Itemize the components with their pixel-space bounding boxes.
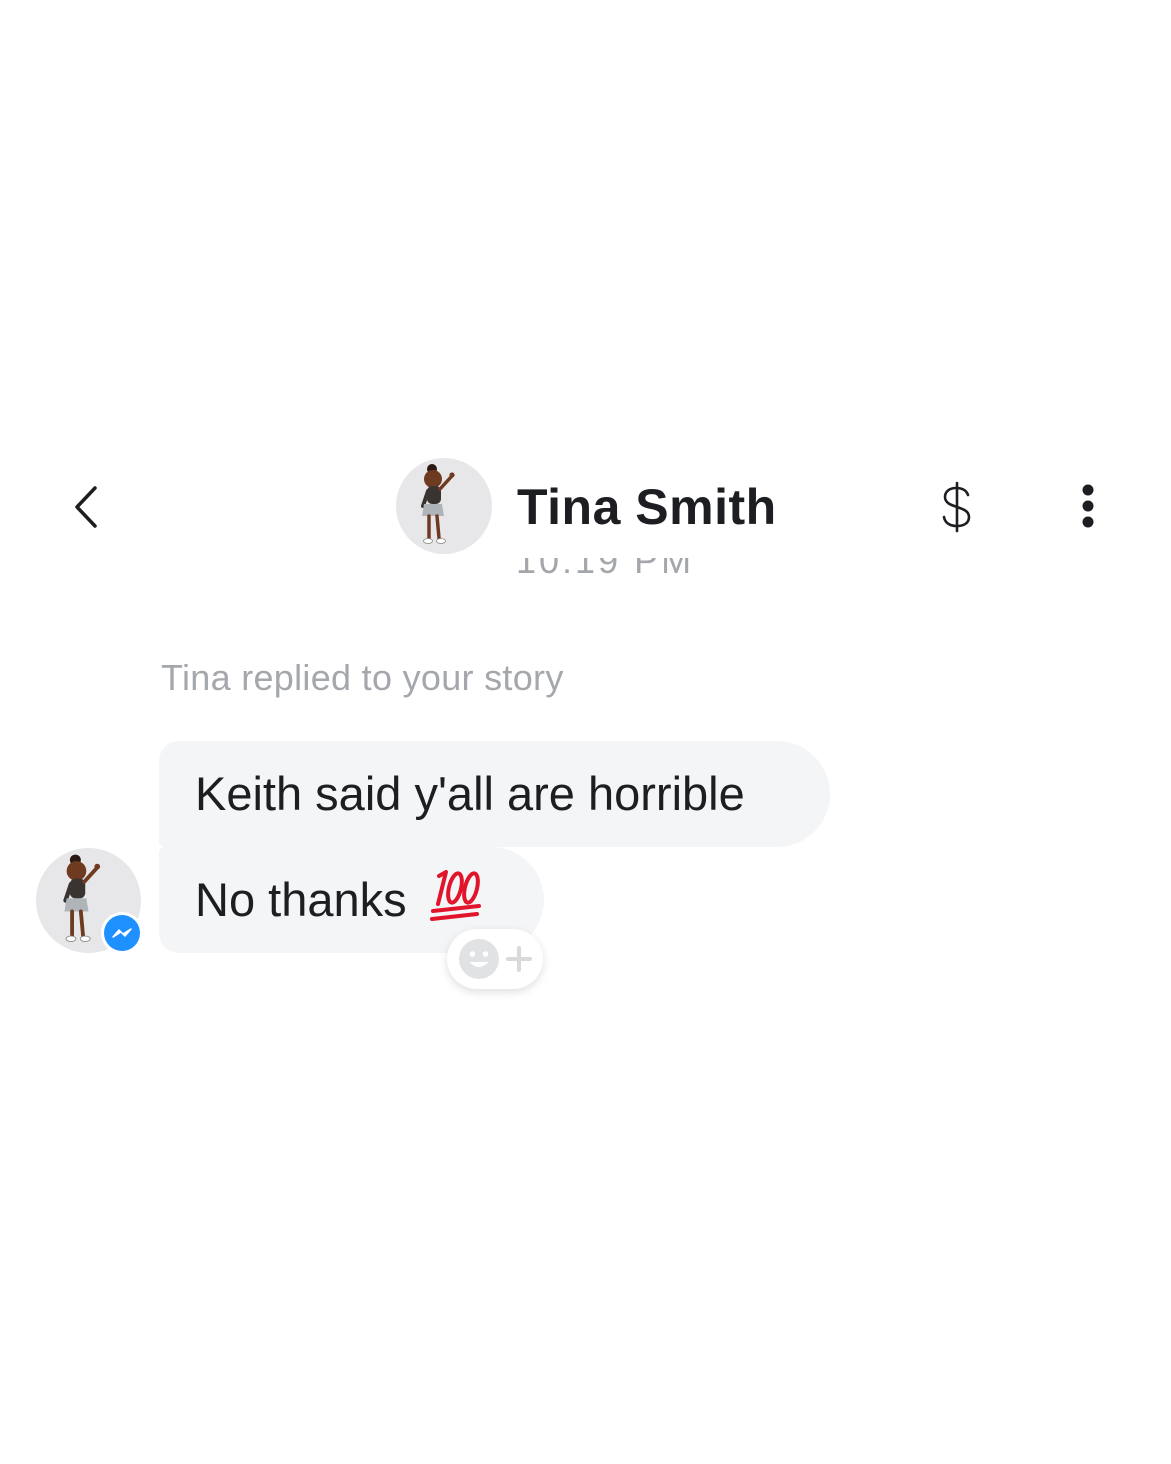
back-button[interactable] — [60, 480, 110, 534]
more-options-button[interactable] — [1068, 480, 1108, 534]
messenger-badge — [101, 912, 143, 954]
dollar-icon — [942, 481, 971, 533]
story-reply-label: Tina replied to your story — [161, 657, 564, 698]
message-text: Keith said y'all are horrible — [195, 767, 745, 820]
add-reaction-icon — [459, 939, 532, 979]
message-timestamp: 10:19 PM — [516, 558, 695, 581]
chevron-left-icon — [75, 486, 97, 528]
conversation-header: Tina Smith — [0, 440, 1171, 570]
contact-name[interactable]: Tina Smith — [517, 478, 777, 536]
vertical-ellipsis-icon — [1082, 484, 1094, 528]
payment-button[interactable] — [932, 480, 982, 534]
message-text: No thanks — [195, 873, 407, 926]
contact-avatar[interactable] — [396, 458, 492, 554]
messenger-icon — [104, 915, 140, 951]
message-bubble[interactable]: Keith said y'all are horrible — [159, 741, 830, 847]
add-reaction-button[interactable] — [447, 929, 543, 989]
hundred-points-emoji-icon — [429, 870, 481, 921]
avatar-figure-icon — [421, 464, 455, 544]
timestamp-container: 10:19 PM — [0, 558, 1171, 586]
